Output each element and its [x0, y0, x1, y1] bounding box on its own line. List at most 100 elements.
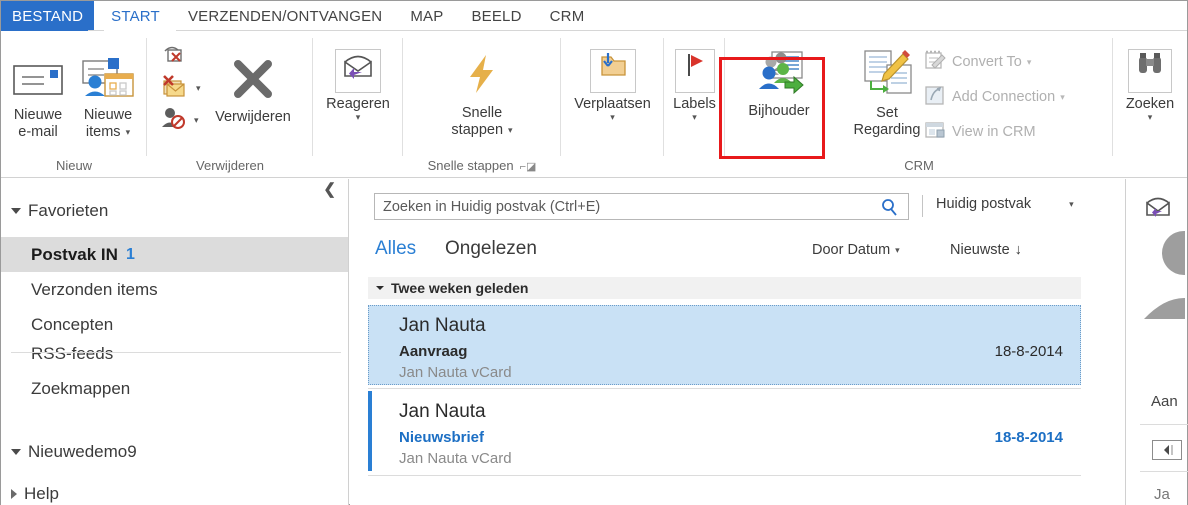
triangle-down-icon	[11, 449, 21, 455]
chevron-down-icon[interactable]: ▾	[508, 126, 513, 135]
set-regarding-button[interactable]: Set Regarding	[837, 49, 937, 139]
search-input[interactable]: Zoeken in Huidig postvak (Ctrl+E)	[374, 193, 909, 220]
tab-start[interactable]: START	[97, 1, 174, 31]
move-folder-icon	[589, 49, 636, 93]
bijhouder-button[interactable]: Bijhouder	[727, 49, 831, 120]
reading-pane-divider	[1140, 471, 1188, 472]
reply-icon	[335, 49, 381, 93]
filter-tab-alles[interactable]: Alles	[375, 238, 416, 260]
dialog-launcher-icon[interactable]: ⌐◪	[520, 161, 537, 173]
row-separator	[368, 475, 1081, 476]
message-preview: Jan Nauta vCard	[399, 450, 512, 467]
delete-label: Verwijderen	[215, 109, 291, 125]
nav-header-nieuwedemo9[interactable]: Nieuwedemo9	[11, 442, 137, 462]
set-regarding-label-line1: Set	[876, 105, 898, 121]
zoeken-button[interactable]: Zoeken ▾	[1113, 49, 1187, 122]
move-button[interactable]: Verplaatsen ▾	[561, 49, 664, 122]
new-items-button[interactable]: Nieuwe items ▾	[75, 55, 141, 141]
chevron-down-icon[interactable]: ▾	[1069, 199, 1074, 209]
group-label-verwijderen: Verwijderen	[196, 158, 264, 173]
message-subject: Aanvraag	[399, 343, 468, 360]
sidebar-item-zoekmappen[interactable]: Zoekmappen	[1, 371, 348, 406]
reply-icon[interactable]	[1144, 193, 1172, 224]
sidebar-item-label: RSS-feeds	[31, 343, 114, 363]
sort-by-date-label: Door Datum	[812, 242, 891, 258]
ribbon-group-nieuw: Nieuwe e-mail Nieuwe items ▾ Nieuw	[1, 31, 147, 177]
tab-verzenden-ontvangen[interactable]: VERZENDEN/ONTVANGEN	[174, 1, 396, 31]
navigation-pane: ❮ Favorieten Postvak IN 1 Verzonden item…	[1, 179, 349, 505]
tab-bestand[interactable]: BESTAND	[1, 1, 95, 31]
chevron-down-icon[interactable]: ▾	[1148, 113, 1153, 122]
search-scope-dropdown[interactable]: Huidig postvak ▾	[936, 196, 1074, 212]
new-email-button[interactable]: Nieuwe e-mail	[7, 55, 69, 141]
table-row[interactable]: Jan Nauta Aanvraag Jan Nauta vCard 18-8-…	[368, 305, 1081, 385]
ignore-icon	[161, 43, 187, 69]
junk-button[interactable]: ▾	[161, 107, 199, 133]
delete-button[interactable]: Verwijderen	[197, 55, 309, 126]
search-icon[interactable]	[880, 198, 900, 222]
ribbon-group-verwijderen: ▾ ▾ Verwijderen Verwijderen	[147, 31, 313, 177]
chevron-down-icon[interactable]: ▾	[1027, 57, 1032, 67]
triangle-down-icon	[376, 286, 384, 290]
quick-steps-button[interactable]: Snelle stappen ▾	[427, 51, 537, 139]
chevron-down-icon[interactable]: ▾	[126, 128, 131, 137]
sidebar-item-verzonden-items[interactable]: Verzonden items	[1, 272, 348, 307]
tab-beeld[interactable]: BEELD	[457, 1, 535, 31]
bijhouder-label: Bijhouder	[748, 103, 810, 119]
tab-map[interactable]: MAP	[396, 1, 457, 31]
add-connection-icon	[923, 84, 947, 110]
nav-header-help[interactable]: Help	[11, 484, 59, 504]
chevron-down-icon[interactable]: ▾	[610, 113, 615, 122]
convert-to-button[interactable]: Convert To ▾	[923, 49, 1031, 75]
sidebar-item-postvak-in[interactable]: Postvak IN 1	[1, 237, 348, 272]
nav-back-button[interactable]	[1152, 440, 1182, 460]
reading-pane: Aan Ja	[1125, 179, 1188, 505]
reply-button[interactable]: Reageren ▾	[313, 49, 403, 122]
new-items-icon	[79, 55, 137, 104]
group-label-text: Snelle stappen	[427, 158, 514, 173]
add-connection-label: Add Connection	[952, 89, 1056, 105]
ribbon-group-labels: Labels ▾	[664, 31, 725, 177]
search-scope-label: Huidig postvak	[936, 196, 1032, 212]
convert-to-icon	[923, 49, 947, 75]
view-in-crm-button[interactable]: View in CRM	[923, 119, 1036, 145]
reading-pane-body-text: Ja	[1154, 486, 1170, 503]
sort-by-date-dropdown[interactable]: Door Datum ▾	[812, 242, 900, 258]
nav-header-help-label: Help	[24, 484, 59, 503]
tab-crm[interactable]: CRM	[536, 1, 599, 31]
ignore-button[interactable]	[161, 43, 187, 69]
cleanup-button[interactable]: ▾	[161, 75, 201, 101]
sort-order-toggle[interactable]: Nieuwste ↓	[950, 242, 1022, 258]
labels-button[interactable]: Labels ▾	[664, 49, 725, 122]
chevron-down-icon[interactable]: ▾	[356, 113, 361, 122]
ribbon-group-crm: Bijhouder Set Regarding Convert To ▾ Add…	[719, 31, 1113, 177]
ribbon: Nieuwe e-mail Nieuwe items ▾ Nieuw ▾ ▾ V…	[1, 31, 1187, 178]
add-connection-button[interactable]: Add Connection ▾	[923, 84, 1065, 110]
set-regarding-label-line2: Regarding	[853, 122, 921, 138]
new-email-icon	[10, 55, 66, 104]
ribbon-group-zoeken: Zoeken ▾	[1113, 31, 1187, 177]
new-email-label-line2: e-mail	[18, 124, 58, 140]
search-placeholder: Zoeken in Huidig postvak (Ctrl+E)	[383, 198, 601, 215]
chevron-down-icon[interactable]: ▾	[692, 113, 697, 122]
sidebar-item-rss-feeds[interactable]: RSS-feeds	[1, 336, 348, 371]
date-group-header[interactable]: Twee weken geleden	[368, 277, 1081, 299]
triangle-right-icon	[11, 489, 17, 499]
sidebar-item-label: Verzonden items	[31, 279, 158, 299]
message-subject: Nieuwsbrief	[399, 429, 485, 446]
chevron-left-icon[interactable]: ❮	[323, 182, 336, 197]
group-label-nieuw: Nieuw	[55, 158, 93, 173]
message-date: 18-8-2014	[994, 343, 1063, 360]
new-items-label-line2: items	[85, 124, 121, 140]
sidebar-item-label: Concepten	[31, 314, 114, 334]
chevron-down-icon[interactable]: ▾	[895, 245, 900, 255]
ribbon-group-snelle-stappen: Snelle stappen ▾ Snelle stappen ⌐◪	[403, 31, 561, 177]
track-contacts-icon	[752, 49, 806, 100]
table-row[interactable]: Jan Nauta Nieuwsbrief Jan Nauta vCard 18…	[368, 391, 1081, 471]
chevron-down-icon[interactable]: ▾	[1060, 92, 1065, 102]
nav-header-nieuwedemo9-label: Nieuwedemo9	[28, 442, 137, 461]
labels-label: Labels	[673, 96, 716, 112]
nav-header-favorieten[interactable]: Favorieten	[11, 201, 108, 221]
new-items-label-line1: Nieuwe	[83, 107, 133, 123]
filter-tab-ongelezen[interactable]: Ongelezen	[445, 238, 537, 260]
